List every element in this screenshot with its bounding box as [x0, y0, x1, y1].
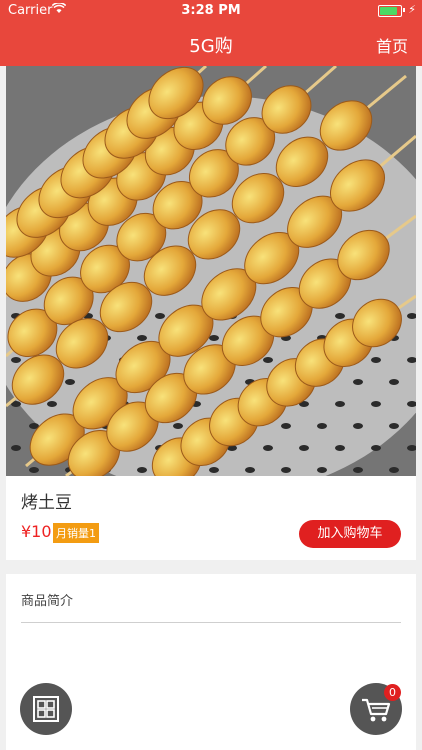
- clock: 3:28 PM: [181, 3, 241, 18]
- home-link[interactable]: 首页: [376, 33, 408, 57]
- product-price: ¥10: [21, 522, 52, 541]
- bolt-icon: ⚡: [408, 3, 416, 16]
- product-photo: [6, 66, 416, 476]
- product-card: 烤土豆 ¥10 月销量1 加入购物车: [6, 476, 416, 560]
- app-title: 5G购: [189, 36, 233, 57]
- category-grid-button[interactable]: [20, 683, 72, 735]
- status-bar: Carrier 3:28 PM ⚡: [0, 0, 422, 22]
- add-to-cart-button[interactable]: 加入购物车: [299, 520, 401, 548]
- grid-icon: [20, 696, 72, 739]
- divider: [21, 622, 401, 623]
- cart-icon: [350, 698, 402, 739]
- battery-tip: [403, 8, 405, 12]
- cart-count-badge: 0: [384, 684, 401, 701]
- description-title: 商品简介: [21, 594, 74, 609]
- battery-level: [380, 7, 397, 15]
- battery-icon: [378, 5, 402, 17]
- roasted-potato-skewers-image: [6, 66, 416, 476]
- product-name: 烤土豆: [21, 493, 72, 513]
- navigation-bar: 5G购 首页: [0, 22, 422, 66]
- sales-badge: 月销量1: [53, 523, 99, 543]
